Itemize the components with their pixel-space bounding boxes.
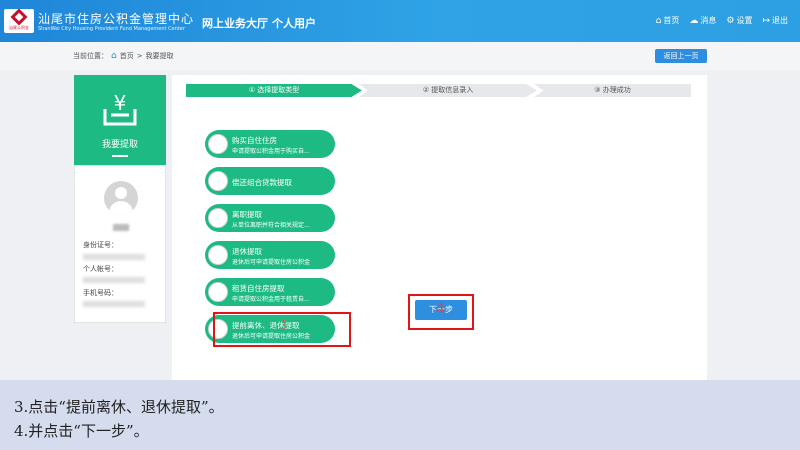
message-icon: ☁: [689, 15, 699, 26]
breadcrumb-separator: >: [136, 52, 143, 60]
option-retirement[interactable]: 退休提取 退休后可申请提取住房公积金: [205, 241, 335, 269]
radio-button[interactable]: [208, 171, 228, 191]
option-repay-loan[interactable]: 偿还组合贷款提取: [205, 167, 335, 195]
wallet-yen-icon: ¥: [103, 93, 137, 126]
sidebar-title: 我要提取: [101, 140, 138, 150]
option-subtitle: 申请提取公积金用于租赁自...: [232, 296, 310, 303]
back-button[interactable]: 返回上一页: [655, 49, 707, 63]
option-title: 离职提取: [232, 210, 262, 219]
option-title: 租赁自住房提取: [232, 284, 285, 293]
account-redacted: [83, 277, 145, 283]
logout-link[interactable]: ↦ 退出: [762, 15, 788, 26]
home-link[interactable]: ⌂ 首页: [656, 15, 680, 26]
home-icon: ⌂: [655, 15, 662, 26]
radio-button[interactable]: [208, 134, 228, 154]
user-name-redacted: [113, 224, 129, 231]
option-title: 购买自住住房: [232, 136, 277, 145]
step-enter-info: ② 提取信息录入: [359, 84, 537, 97]
option-subtitle: 申请提取公积金用于购买自...: [232, 148, 310, 155]
phone-redacted: [83, 301, 145, 307]
id-number-label: 身份证号：: [83, 241, 118, 249]
annotation-number-3: 3: [280, 318, 287, 333]
nav-online-hall[interactable]: 网上业务大厅: [202, 15, 268, 31]
step-success: ③ 办理成功: [534, 84, 691, 97]
radio-button[interactable]: [208, 245, 228, 265]
account-label: 个人帐号：: [83, 265, 118, 273]
instruction-line-1: 3.点击“提前离休、退休提取”。: [14, 398, 224, 416]
breadcrumb-prefix: 当前位置：: [73, 52, 108, 60]
settings-link-label: 设置: [736, 16, 753, 25]
id-number-redacted: [83, 254, 145, 260]
top-links: ⌂ 首页 ☁ 消息 ⚙ 设置 ↦ 退出: [656, 15, 788, 26]
logout-icon: ↦: [762, 15, 770, 26]
option-subtitle: 从单位离职并符合相关规定...: [232, 222, 310, 229]
message-link-label: 消息: [700, 16, 717, 25]
step-select-type: ① 选择提取类型: [186, 84, 362, 97]
instruction-panel: 3.点击“提前离休、退休提取”。 4.并点击“下一步”。: [0, 380, 800, 450]
option-title: 偿还组合贷款提取: [232, 178, 292, 187]
instruction-line-2: 4.并点击“下一步”。: [14, 422, 149, 440]
radio-button[interactable]: [208, 208, 228, 228]
option-buy-house[interactable]: 购买自住住房 申请提取公积金用于购买自...: [205, 130, 335, 158]
sidebar-underline: [112, 155, 128, 157]
message-link[interactable]: ☁ 消息: [689, 15, 716, 26]
breadcrumb-current: 我要提取: [145, 52, 174, 60]
sidebar-card: ¥ 我要提取: [74, 75, 166, 165]
nav-personal-user[interactable]: 个人用户: [272, 15, 316, 31]
option-subtitle: 退休后可申请提取住房公积金: [232, 259, 311, 266]
user-info-panel: 身份证号： 个人帐号： 手机号码：: [74, 165, 166, 323]
logo-text: 汕尾公积金: [9, 25, 29, 30]
phone-label: 手机号码：: [83, 289, 118, 297]
option-rent[interactable]: 租赁自住房提取 申请提取公积金用于租赁自...: [205, 278, 335, 306]
annotation-number-4: 4: [436, 300, 444, 317]
option-resignation[interactable]: 离职提取 从单位离职并符合相关规定...: [205, 204, 335, 232]
header-bar: 汕尾公积金 汕尾市住房公积金管理中心 ShanWei City Housing …: [0, 0, 800, 42]
breadcrumb-home[interactable]: 首页: [120, 51, 134, 61]
logo: 汕尾公积金: [4, 8, 34, 33]
settings-icon: ⚙: [726, 15, 735, 26]
breadcrumb: 当前位置： ⌂ 首页 > 我要提取: [73, 51, 174, 61]
option-title: 退休提取: [232, 247, 262, 256]
logout-link-label: 退出: [772, 16, 788, 25]
home-icon: ⌂: [111, 51, 117, 61]
home-link-label: 首页: [663, 16, 680, 25]
radio-button[interactable]: [208, 282, 228, 302]
avatar: [104, 181, 138, 215]
settings-link[interactable]: ⚙ 设置: [726, 15, 752, 26]
org-name-en: ShanWei City Housing Provident Fund Mana…: [38, 26, 185, 32]
svg-text:¥: ¥: [114, 93, 127, 115]
org-name-cn: 汕尾市住房公积金管理中心: [38, 12, 195, 26]
logo-mark: [10, 8, 28, 26]
